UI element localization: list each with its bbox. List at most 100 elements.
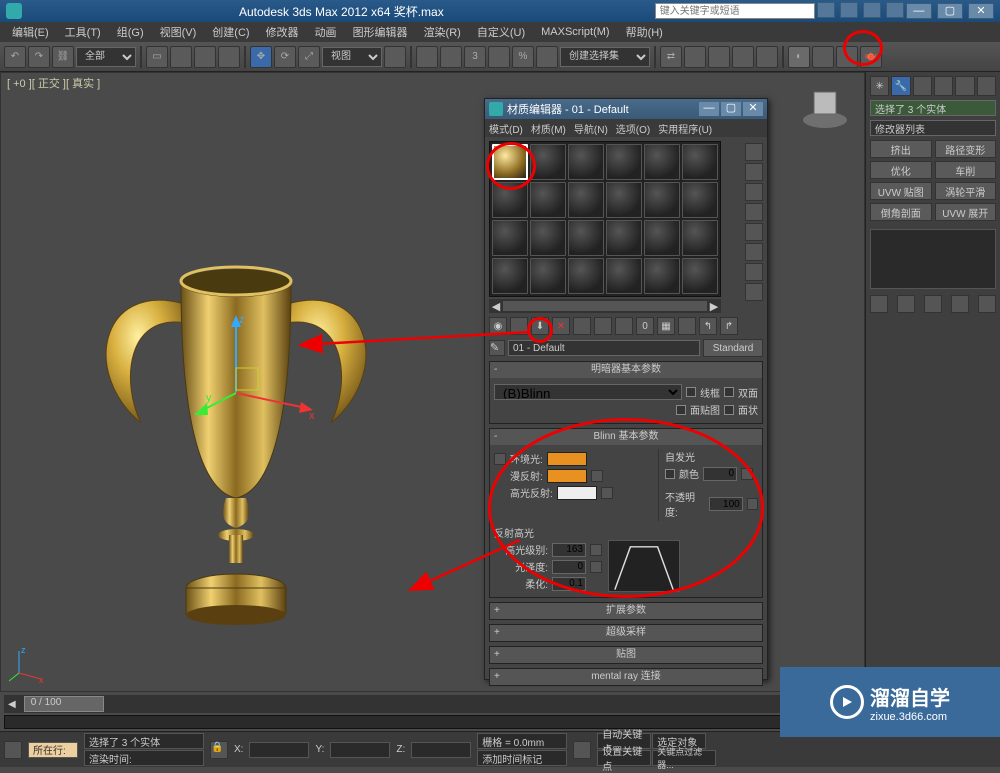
menu-maxscript[interactable]: MAXScript(M) xyxy=(533,26,617,38)
selfillum-color-checkbox[interactable] xyxy=(665,469,675,479)
pin-stack-icon[interactable] xyxy=(870,295,888,313)
sample-slot[interactable] xyxy=(568,258,604,294)
sample-slot-1[interactable] xyxy=(492,144,528,180)
x-coord-field[interactable] xyxy=(249,742,309,758)
gloss-map-icon[interactable] xyxy=(590,561,602,573)
menu-create[interactable]: 创建(C) xyxy=(204,24,257,40)
specular-color-swatch[interactable] xyxy=(557,486,597,500)
render-setup-button[interactable] xyxy=(812,46,834,68)
modifier-list-select[interactable]: 修改器列表 xyxy=(870,120,996,136)
align-button[interactable] xyxy=(684,46,706,68)
mat-menu-navigation[interactable]: 导航(N) xyxy=(574,121,608,136)
tab-display[interactable] xyxy=(955,76,974,96)
selfillum-map-icon[interactable] xyxy=(741,468,753,480)
sample-slot[interactable] xyxy=(606,144,642,180)
configure-icon[interactable] xyxy=(978,295,996,313)
schematic-button[interactable] xyxy=(756,46,778,68)
manipulate-button[interactable] xyxy=(416,46,438,68)
menu-modifiers[interactable]: 修改器 xyxy=(258,24,307,40)
tab-create[interactable]: ✳ xyxy=(870,76,889,96)
menu-customize[interactable]: 自定义(U) xyxy=(469,24,533,40)
ambient-color-swatch[interactable] xyxy=(547,452,587,466)
sample-slot[interactable] xyxy=(568,144,604,180)
named-set-select[interactable]: 创建选择集 xyxy=(560,47,650,67)
sample-slot[interactable] xyxy=(644,144,680,180)
faceted-checkbox[interactable] xyxy=(724,405,734,415)
sample-type-icon[interactable] xyxy=(745,143,763,161)
sample-slot[interactable] xyxy=(492,182,528,218)
reset-map-icon[interactable]: ✕ xyxy=(552,317,570,335)
move-button[interactable]: ✥ xyxy=(250,46,272,68)
speclevel-map-icon[interactable] xyxy=(590,544,602,556)
get-material-icon[interactable]: ◉ xyxy=(489,317,507,335)
sample-slot[interactable] xyxy=(606,182,642,218)
sample-slot[interactable] xyxy=(492,220,528,256)
scroll-right-icon[interactable]: ▶ xyxy=(707,300,721,313)
mirror-button[interactable]: ⇄ xyxy=(660,46,682,68)
sample-slot[interactable] xyxy=(644,258,680,294)
rollout-maps[interactable]: 贴图 xyxy=(616,649,636,660)
mod-lathe[interactable]: 车削 xyxy=(935,161,997,179)
dialog-close-button[interactable]: ✕ xyxy=(743,102,763,116)
selfillum-spinner[interactable] xyxy=(703,467,737,481)
time-slider-thumb[interactable]: 0 / 100 xyxy=(24,696,104,712)
render-button[interactable]: 🫖 xyxy=(860,46,882,68)
assign-to-selection-icon[interactable]: ⬇ xyxy=(531,317,549,335)
rotate-button[interactable]: ⟳ xyxy=(274,46,296,68)
opacity-spinner[interactable] xyxy=(709,497,743,511)
sample-slot[interactable] xyxy=(530,258,566,294)
go-parent-icon[interactable]: ↰ xyxy=(699,317,717,335)
options-icon[interactable] xyxy=(745,263,763,281)
make-copy-icon[interactable] xyxy=(573,317,591,335)
tab-utilities[interactable] xyxy=(977,76,996,96)
specular-map-icon[interactable] xyxy=(601,487,613,499)
material-type-button[interactable]: Standard xyxy=(703,339,763,357)
redo-button[interactable]: ↷ xyxy=(28,46,50,68)
keyfilter-button[interactable]: 关键点过滤器... xyxy=(652,750,716,766)
material-name-input[interactable] xyxy=(508,340,700,356)
video-check-icon[interactable] xyxy=(745,223,763,241)
unique-icon[interactable] xyxy=(924,295,942,313)
coord-select[interactable]: 视图 xyxy=(322,47,382,67)
material-editor-button[interactable]: ◐ xyxy=(788,46,810,68)
menu-help[interactable]: 帮助(H) xyxy=(618,24,671,40)
select-region-button[interactable] xyxy=(194,46,216,68)
viewcube[interactable] xyxy=(800,80,850,130)
tab-hierarchy[interactable] xyxy=(913,76,932,96)
diffuse-color-swatch[interactable] xyxy=(547,469,587,483)
remove-mod-icon[interactable] xyxy=(951,295,969,313)
backlight-icon[interactable] xyxy=(745,163,763,181)
menu-views[interactable]: 视图(V) xyxy=(152,24,205,40)
mat-menu-utilities[interactable]: 实用程序(U) xyxy=(658,121,712,136)
select-button[interactable]: ▭ xyxy=(146,46,168,68)
sample-uv-icon[interactable] xyxy=(745,203,763,221)
sample-slot[interactable] xyxy=(682,144,718,180)
make-unique-icon[interactable] xyxy=(594,317,612,335)
mat-menu-options[interactable]: 选项(O) xyxy=(616,121,650,136)
close-button[interactable]: ✕ xyxy=(968,3,994,19)
mat-menu-material[interactable]: 材质(M) xyxy=(531,121,566,136)
tab-motion[interactable] xyxy=(934,76,953,96)
facemap-checkbox[interactable] xyxy=(676,405,686,415)
filter-select[interactable]: 全部 xyxy=(76,47,136,67)
setkey-button[interactable]: 设置关键点 xyxy=(597,750,651,766)
mod-uvwunwrap[interactable]: UVW 展开 xyxy=(935,203,997,221)
modifier-stack[interactable] xyxy=(870,229,996,289)
show-end-result-icon[interactable] xyxy=(678,317,696,335)
ambient-lock-icon[interactable] xyxy=(494,453,506,465)
sample-slot[interactable] xyxy=(568,220,604,256)
scale-button[interactable]: ⤢ xyxy=(298,46,320,68)
render-frame-button[interactable] xyxy=(836,46,858,68)
shader-select[interactable]: (B)Blinn xyxy=(494,384,682,400)
menu-graph[interactable]: 图形编辑器 xyxy=(345,24,416,40)
sample-slot[interactable] xyxy=(682,220,718,256)
mod-uvwmap[interactable]: UVW 贴图 xyxy=(870,182,932,200)
menu-tools[interactable]: 工具(T) xyxy=(57,24,109,40)
sample-slot[interactable] xyxy=(492,258,528,294)
rollout-shader-params[interactable]: 明暗器基本参数 xyxy=(591,364,661,375)
select-by-mat-icon[interactable] xyxy=(745,283,763,301)
link-button[interactable]: ⛓ xyxy=(52,46,74,68)
put-to-library-icon[interactable] xyxy=(615,317,633,335)
window-crossing-button[interactable] xyxy=(218,46,240,68)
opacity-map-icon[interactable] xyxy=(747,498,758,510)
